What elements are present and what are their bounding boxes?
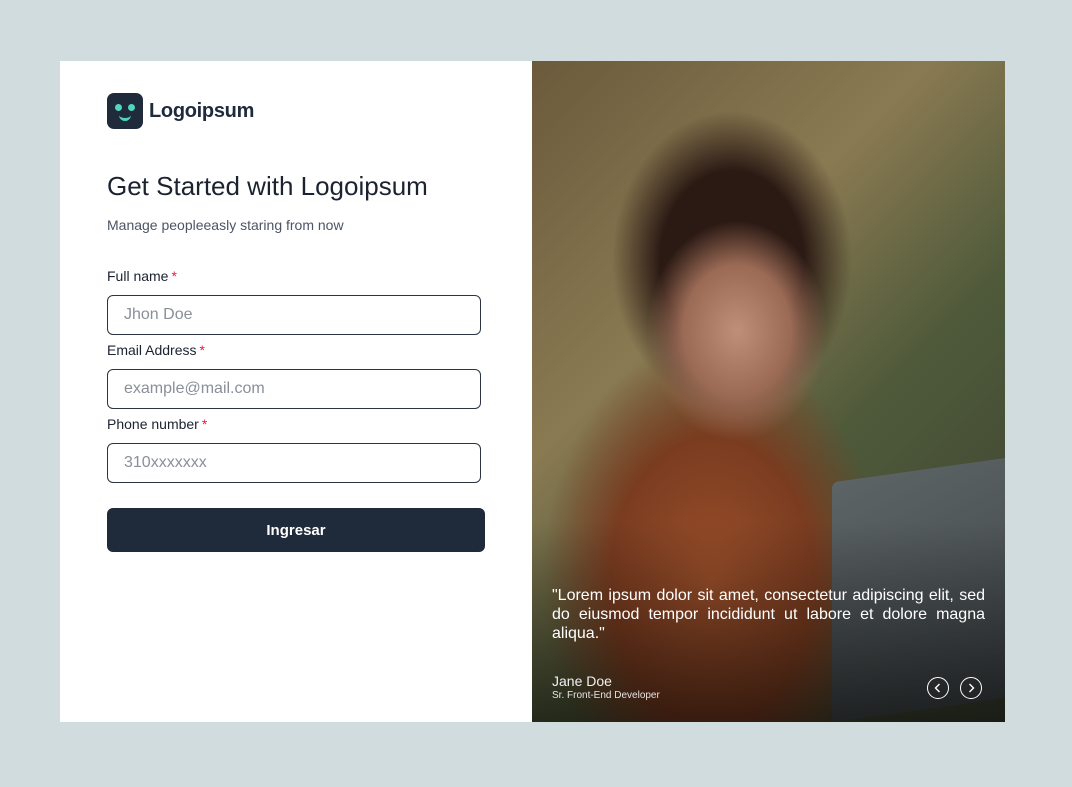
email-input[interactable] <box>107 369 481 409</box>
signup-card: Logoipsum Get Started with Logoipsum Man… <box>60 61 1005 722</box>
logo: Logoipsum <box>107 93 254 129</box>
phone-input[interactable] <box>107 443 481 483</box>
required-marker: * <box>201 416 208 432</box>
testimonial-author: Jane Doe <box>552 673 612 689</box>
full-name-label: Full name * <box>107 268 177 284</box>
chevron-left-icon <box>934 683 940 693</box>
testimonial-panel: "Lorem ipsum dolor sit amet, consectetur… <box>532 61 1005 722</box>
chevron-right-icon <box>969 683 975 693</box>
form-panel: Logoipsum Get Started with Logoipsum Man… <box>60 61 532 722</box>
full-name-input[interactable] <box>107 295 481 335</box>
page-title: Get Started with Logoipsum <box>107 171 428 201</box>
email-label: Email Address * <box>107 342 205 358</box>
smiley-face-icon <box>107 93 143 129</box>
phone-label: Phone number * <box>107 416 208 432</box>
page-subtitle: Manage peopleeasly staring from now <box>107 217 344 233</box>
testimonial-role: Sr. Front-End Developer <box>552 690 660 701</box>
required-marker: * <box>199 342 205 358</box>
submit-button[interactable]: Ingresar <box>107 508 485 552</box>
required-marker: * <box>171 268 177 284</box>
next-testimonial-button[interactable] <box>960 677 982 699</box>
brand-name: Logoipsum <box>149 99 255 122</box>
previous-testimonial-button[interactable] <box>927 677 949 699</box>
testimonial-quote: "Lorem ipsum dolor sit amet, consectetur… <box>552 587 985 642</box>
